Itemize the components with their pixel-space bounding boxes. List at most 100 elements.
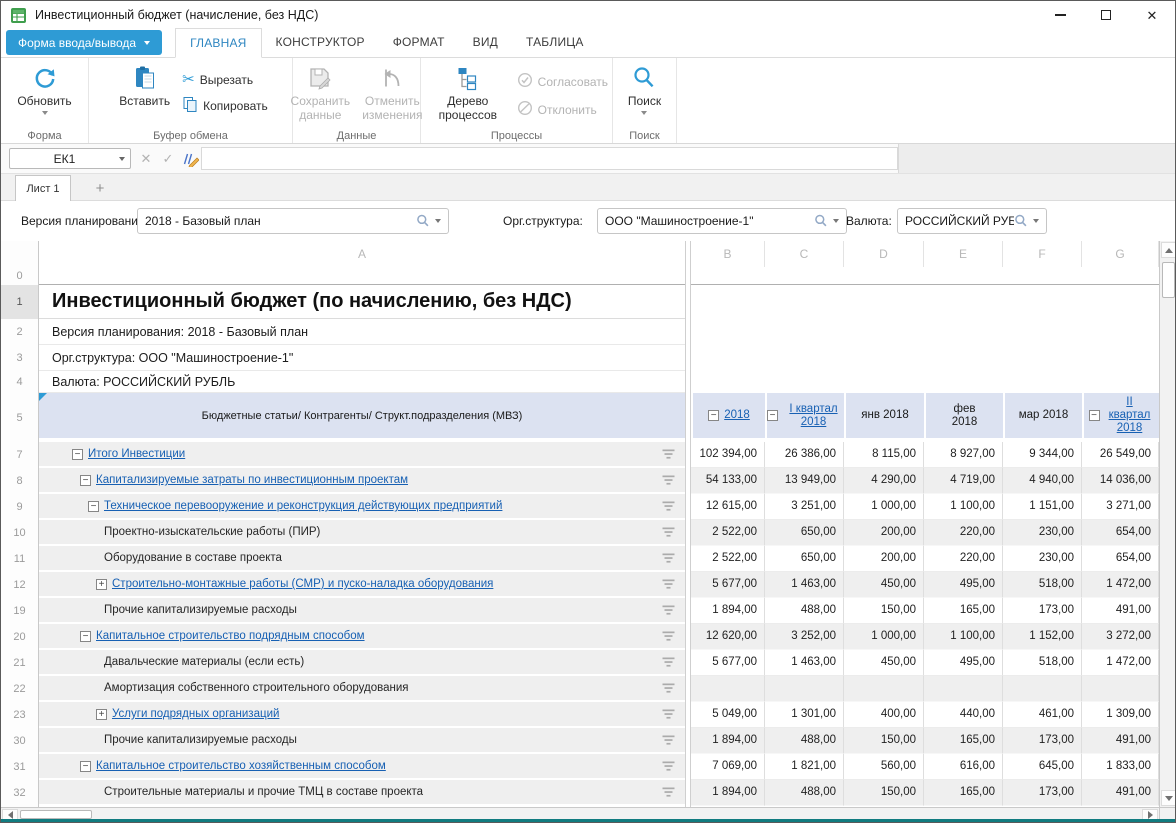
value-cell[interactable]: 5 677,00: [691, 572, 765, 598]
value-cell[interactable]: 518,00: [1003, 572, 1082, 598]
period-header-cell[interactable]: янв 2018: [844, 393, 924, 440]
value-cell[interactable]: 495,00: [924, 572, 1003, 598]
maximize-button[interactable]: [1083, 1, 1129, 29]
period-header-label[interactable]: 2018: [724, 409, 750, 422]
dropdown-caret-icon[interactable]: [833, 219, 839, 223]
value-cell[interactable]: 440,00: [924, 702, 1003, 728]
budget-item-label[interactable]: Услуги подрядных организаций: [112, 708, 279, 720]
value-cell[interactable]: 1 463,00: [765, 650, 844, 676]
value-cell[interactable]: [765, 676, 844, 702]
column-header-E[interactable]: E: [924, 241, 1003, 267]
value-cell[interactable]: 1 894,00: [691, 728, 765, 754]
column-header-A[interactable]: A: [39, 241, 685, 267]
scroll-up-button[interactable]: [1161, 242, 1176, 258]
value-cell[interactable]: 650,00: [765, 546, 844, 572]
value-cell[interactable]: 1 833,00: [1082, 754, 1159, 780]
row-header-23[interactable]: 23: [1, 702, 38, 728]
value-cell[interactable]: 165,00: [924, 780, 1003, 806]
lookup-icon[interactable]: [1014, 214, 1028, 228]
value-cell[interactable]: 7 069,00: [691, 754, 765, 780]
row-header-9[interactable]: 9: [1, 494, 38, 520]
value-cell[interactable]: 616,00: [924, 754, 1003, 780]
column-header-D[interactable]: D: [844, 241, 924, 267]
collapse-icon[interactable]: −: [708, 410, 719, 421]
row-header-8[interactable]: 8: [1, 468, 38, 494]
budget-item-label[interactable]: Строительно-монтажные работы (СМР) и пус…: [112, 578, 493, 590]
value-cell[interactable]: 5 677,00: [691, 650, 765, 676]
filter-funnel-icon[interactable]: [662, 735, 675, 749]
horizontal-scroll-thumb[interactable]: [20, 810, 92, 819]
lookup-icon[interactable]: [416, 214, 430, 228]
period-header-cell[interactable]: −II квартал 2018: [1082, 393, 1159, 440]
row-header-7[interactable]: 7: [1, 442, 38, 468]
value-cell[interactable]: 461,00: [1003, 702, 1082, 728]
value-cell[interactable]: 173,00: [1003, 598, 1082, 624]
currency-field[interactable]: [897, 208, 1047, 234]
row-header-32[interactable]: 32: [1, 780, 38, 806]
dropdown-caret-icon[interactable]: [1033, 219, 1039, 223]
value-cell[interactable]: 1 100,00: [924, 494, 1003, 520]
row-header-21[interactable]: 21: [1, 650, 38, 676]
value-cell[interactable]: 450,00: [844, 650, 924, 676]
value-cell[interactable]: 150,00: [844, 728, 924, 754]
budget-item-label[interactable]: Капитальное строительство подрядным спос…: [96, 630, 365, 642]
tab-format[interactable]: ФОРМАТ: [379, 28, 459, 57]
formula-input[interactable]: [201, 147, 898, 170]
row-header-5[interactable]: 5: [1, 393, 38, 442]
value-cell[interactable]: 230,00: [1003, 520, 1082, 546]
value-cell[interactable]: 1 463,00: [765, 572, 844, 598]
collapse-icon[interactable]: −: [80, 761, 91, 772]
budget-item-label[interactable]: Итого Инвестиции: [88, 448, 185, 460]
value-cell[interactable]: 488,00: [765, 780, 844, 806]
row-header-22[interactable]: 22: [1, 676, 38, 702]
value-cell[interactable]: 1 301,00: [765, 702, 844, 728]
row-header-12[interactable]: 12: [1, 572, 38, 598]
row-header-0[interactable]: 0: [1, 267, 38, 285]
budget-item-label[interactable]: Техническое перевооружение и реконструкц…: [104, 500, 502, 512]
row-header-4[interactable]: 4: [1, 371, 38, 393]
value-cell[interactable]: 488,00: [765, 598, 844, 624]
value-cell[interactable]: 1 894,00: [691, 780, 765, 806]
value-cell[interactable]: 560,00: [844, 754, 924, 780]
value-cell[interactable]: 200,00: [844, 546, 924, 572]
column-header-C[interactable]: C: [765, 241, 844, 267]
close-button[interactable]: ✕: [1129, 1, 1175, 29]
value-cell[interactable]: 150,00: [844, 598, 924, 624]
value-cell[interactable]: 1 821,00: [765, 754, 844, 780]
value-cell[interactable]: 173,00: [1003, 728, 1082, 754]
value-cell[interactable]: 518,00: [1003, 650, 1082, 676]
value-cell[interactable]: 650,00: [765, 520, 844, 546]
process-tree-button[interactable]: Дерево процессов: [425, 61, 511, 127]
filter-funnel-icon[interactable]: [662, 527, 675, 541]
vertical-scroll-thumb[interactable]: [1162, 262, 1175, 298]
value-cell[interactable]: 165,00: [924, 598, 1003, 624]
value-cell[interactable]: 645,00: [1003, 754, 1082, 780]
insert-function-button[interactable]: [180, 148, 200, 169]
value-cell[interactable]: 8 927,00: [924, 442, 1003, 468]
paste-button[interactable]: Вставить: [113, 61, 176, 127]
filter-funnel-icon[interactable]: [662, 449, 675, 463]
filter-funnel-icon[interactable]: [662, 761, 675, 775]
value-cell[interactable]: 220,00: [924, 546, 1003, 572]
form-io-menu-button[interactable]: Форма ввода/вывода: [6, 30, 162, 55]
undo-changes-button[interactable]: Отменить изменения: [356, 61, 428, 127]
value-cell[interactable]: 1 472,00: [1082, 572, 1159, 598]
value-cell[interactable]: 173,00: [1003, 780, 1082, 806]
period-header-cell[interactable]: мар 2018: [1003, 393, 1082, 440]
value-cell[interactable]: 1 151,00: [1003, 494, 1082, 520]
save-data-button[interactable]: Сохранить данные: [285, 61, 357, 127]
row-header-2[interactable]: 2: [1, 319, 38, 345]
value-cell[interactable]: 400,00: [844, 702, 924, 728]
filter-funnel-icon[interactable]: [662, 501, 675, 515]
planning-version-input[interactable]: [138, 214, 416, 228]
value-cell[interactable]: 2 522,00: [691, 520, 765, 546]
value-cell[interactable]: 14 036,00: [1082, 468, 1159, 494]
value-cell[interactable]: 26 386,00: [765, 442, 844, 468]
sheet-tab-list1[interactable]: Лист 1: [15, 175, 71, 202]
value-cell[interactable]: 491,00: [1082, 598, 1159, 624]
budget-items-header-cell[interactable]: Бюджетные статьи/ Контрагенты/ Структ.по…: [39, 393, 685, 440]
search-button[interactable]: Поиск: [622, 61, 667, 127]
row-header-3[interactable]: 3: [1, 345, 38, 371]
row-header-1[interactable]: 1: [1, 285, 38, 319]
value-cell[interactable]: 12 615,00: [691, 494, 765, 520]
